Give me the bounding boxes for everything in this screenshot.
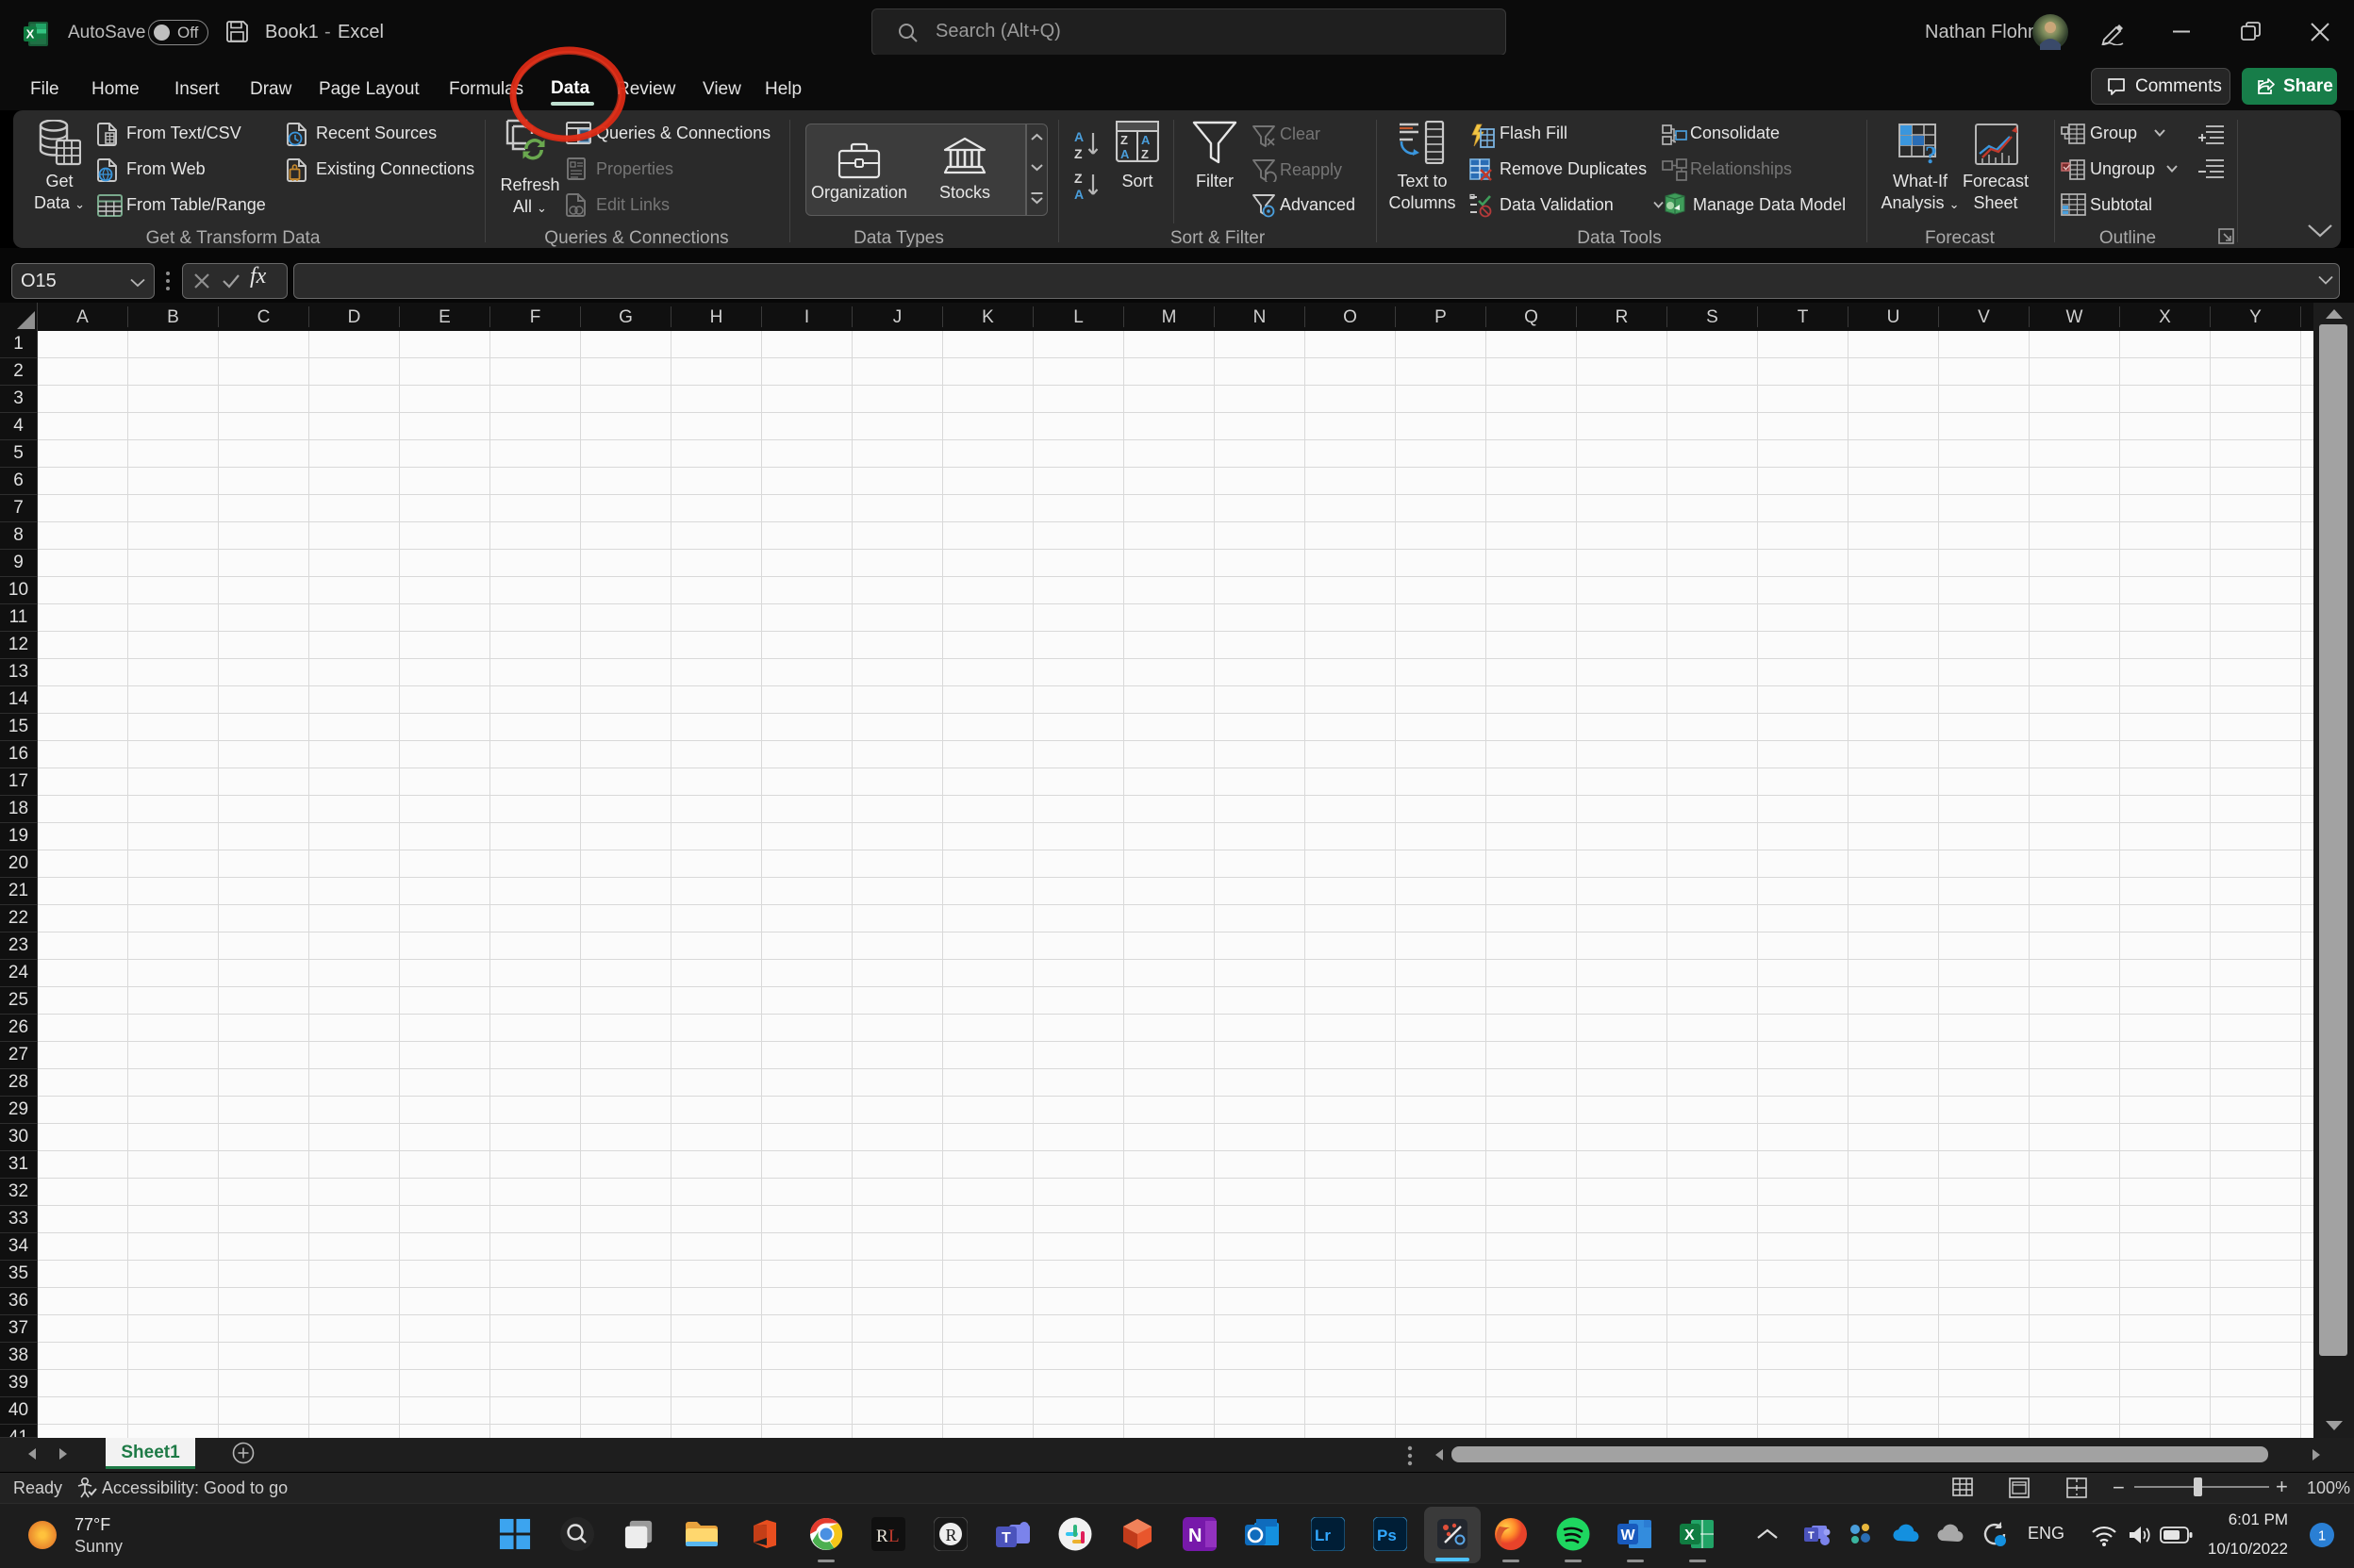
svg-text:A: A	[1120, 147, 1130, 161]
svg-text:R: R	[946, 1526, 957, 1544]
svg-text:Ps: Ps	[1377, 1527, 1397, 1544]
svg-text:A: A	[1074, 187, 1084, 202]
svg-text:Z: Z	[1141, 147, 1149, 161]
svg-text:T: T	[1808, 1530, 1815, 1542]
svg-text:1: 1	[2318, 1528, 2326, 1544]
svg-text:Z: Z	[1120, 133, 1128, 147]
svg-text:Z: Z	[1074, 172, 1083, 186]
svg-text:X: X	[1684, 1527, 1695, 1543]
svg-text:X: X	[26, 27, 35, 41]
svg-text:R: R	[876, 1527, 888, 1546]
svg-text:L: L	[888, 1527, 900, 1546]
svg-text:T: T	[1002, 1530, 1011, 1546]
svg-text:A: A	[1074, 129, 1084, 144]
svg-text:W: W	[1621, 1527, 1636, 1543]
svg-text:Z: Z	[1074, 146, 1083, 161]
svg-text:?: ?	[1925, 141, 1937, 165]
svg-text:A: A	[1141, 133, 1151, 147]
svg-text:Lr: Lr	[1315, 1527, 1331, 1544]
svg-text:N: N	[1188, 1526, 1202, 1546]
